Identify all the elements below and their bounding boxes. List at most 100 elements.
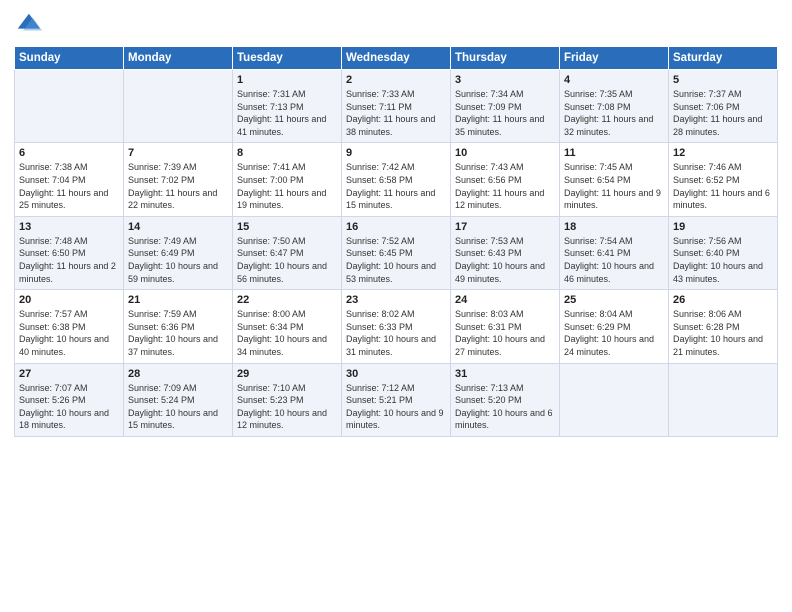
day-content: Sunrise: 7:07 AM Sunset: 5:26 PM Dayligh… (19, 382, 119, 432)
calendar-cell: 17 Sunrise: 7:53 AM Sunset: 6:43 PM Dayli… (451, 216, 560, 289)
day-number: 29 (237, 368, 337, 380)
calendar-cell: 8 Sunrise: 7:41 AM Sunset: 7:00 PM Daylig… (233, 143, 342, 216)
day-number: 16 (346, 221, 446, 233)
calendar-cell: 19 Sunrise: 7:56 AM Sunset: 6:40 PM Dayli… (669, 216, 778, 289)
calendar-cell: 27 Sunrise: 7:07 AM Sunset: 5:26 PM Dayli… (15, 363, 124, 436)
day-content: Sunrise: 7:31 AM Sunset: 7:13 PM Dayligh… (237, 88, 337, 138)
day-content: Sunrise: 7:41 AM Sunset: 7:00 PM Dayligh… (237, 161, 337, 211)
day-number: 9 (346, 147, 446, 159)
day-number: 23 (346, 294, 446, 306)
week-row-1: 1 Sunrise: 7:31 AM Sunset: 7:13 PM Daylig… (15, 70, 778, 143)
calendar-cell: 26 Sunrise: 8:06 AM Sunset: 6:28 PM Dayli… (669, 290, 778, 363)
col-header-thursday: Thursday (451, 47, 560, 70)
day-content: Sunrise: 7:54 AM Sunset: 6:41 PM Dayligh… (564, 235, 664, 285)
day-content: Sunrise: 7:57 AM Sunset: 6:38 PM Dayligh… (19, 308, 119, 358)
week-row-3: 13 Sunrise: 7:48 AM Sunset: 6:50 PM Dayli… (15, 216, 778, 289)
logo-icon (14, 10, 42, 38)
calendar-cell: 20 Sunrise: 7:57 AM Sunset: 6:38 PM Dayli… (15, 290, 124, 363)
day-number: 31 (455, 368, 555, 380)
calendar-cell: 3 Sunrise: 7:34 AM Sunset: 7:09 PM Daylig… (451, 70, 560, 143)
calendar-cell: 14 Sunrise: 7:49 AM Sunset: 6:49 PM Dayli… (124, 216, 233, 289)
day-content: Sunrise: 7:49 AM Sunset: 6:49 PM Dayligh… (128, 235, 228, 285)
day-content: Sunrise: 7:52 AM Sunset: 6:45 PM Dayligh… (346, 235, 446, 285)
day-content: Sunrise: 7:56 AM Sunset: 6:40 PM Dayligh… (673, 235, 773, 285)
day-number: 8 (237, 147, 337, 159)
day-number: 13 (19, 221, 119, 233)
day-content: Sunrise: 8:00 AM Sunset: 6:34 PM Dayligh… (237, 308, 337, 358)
calendar-cell (560, 363, 669, 436)
day-number: 25 (564, 294, 664, 306)
day-content: Sunrise: 7:35 AM Sunset: 7:08 PM Dayligh… (564, 88, 664, 138)
calendar-cell: 7 Sunrise: 7:39 AM Sunset: 7:02 PM Daylig… (124, 143, 233, 216)
calendar-cell: 15Sunrise: 7:50 AM Sunset: 6:47 PM Dayli… (233, 216, 342, 289)
day-content: Sunrise: 8:02 AM Sunset: 6:33 PM Dayligh… (346, 308, 446, 358)
day-number: 20 (19, 294, 119, 306)
calendar-cell: 24Sunrise: 8:03 AM Sunset: 6:31 PM Dayli… (451, 290, 560, 363)
day-number: 26 (673, 294, 773, 306)
day-content: Sunrise: 7:48 AM Sunset: 6:50 PM Dayligh… (19, 235, 119, 285)
day-number: 19 (673, 221, 773, 233)
day-number: 12 (673, 147, 773, 159)
calendar-cell: 28 Sunrise: 7:09 AM Sunset: 5:24 PM Dayli… (124, 363, 233, 436)
day-content: Sunrise: 7:43 AM Sunset: 6:56 PM Dayligh… (455, 161, 555, 211)
calendar-cell: 23 Sunrise: 8:02 AM Sunset: 6:33 PM Dayli… (342, 290, 451, 363)
day-content: Sunrise: 7:42 AM Sunset: 6:58 PM Dayligh… (346, 161, 446, 211)
day-number: 27 (19, 368, 119, 380)
col-header-wednesday: Wednesday (342, 47, 451, 70)
calendar-cell: 10 Sunrise: 7:43 AM Sunset: 6:56 PM Dayli… (451, 143, 560, 216)
col-header-sunday: Sunday (15, 47, 124, 70)
day-number: 17 (455, 221, 555, 233)
day-number: 28 (128, 368, 228, 380)
week-row-2: 6Sunrise: 7:38 AM Sunset: 7:04 PM Daylig… (15, 143, 778, 216)
logo (14, 10, 46, 38)
calendar-cell (669, 363, 778, 436)
day-number: 7 (128, 147, 228, 159)
calendar-cell: 16 Sunrise: 7:52 AM Sunset: 6:45 PM Dayli… (342, 216, 451, 289)
day-number: 1 (237, 74, 337, 86)
day-content: Sunrise: 7:50 AM Sunset: 6:47 PM Dayligh… (237, 235, 337, 285)
day-number: 24 (455, 294, 555, 306)
day-content: Sunrise: 7:34 AM Sunset: 7:09 PM Dayligh… (455, 88, 555, 138)
day-content: Sunrise: 7:45 AM Sunset: 6:54 PM Dayligh… (564, 161, 664, 211)
day-number: 2 (346, 74, 446, 86)
page-header (14, 10, 778, 38)
day-content: Sunrise: 7:12 AM Sunset: 5:21 PM Dayligh… (346, 382, 446, 432)
calendar-cell: 12 Sunrise: 7:46 AM Sunset: 6:52 PM Dayli… (669, 143, 778, 216)
day-content: Sunrise: 7:53 AM Sunset: 6:43 PM Dayligh… (455, 235, 555, 285)
day-number: 6 (19, 147, 119, 159)
calendar-cell: 21Sunrise: 7:59 AM Sunset: 6:36 PM Dayli… (124, 290, 233, 363)
calendar-cell: 30Sunrise: 7:12 AM Sunset: 5:21 PM Dayli… (342, 363, 451, 436)
day-number: 14 (128, 221, 228, 233)
day-number: 10 (455, 147, 555, 159)
calendar-cell: 1 Sunrise: 7:31 AM Sunset: 7:13 PM Daylig… (233, 70, 342, 143)
calendar-cell: 29 Sunrise: 7:10 AM Sunset: 5:23 PM Dayli… (233, 363, 342, 436)
calendar-cell: 11 Sunrise: 7:45 AM Sunset: 6:54 PM Dayli… (560, 143, 669, 216)
day-number: 11 (564, 147, 664, 159)
calendar-cell: 9 Sunrise: 7:42 AM Sunset: 6:58 PM Daylig… (342, 143, 451, 216)
week-row-4: 20 Sunrise: 7:57 AM Sunset: 6:38 PM Dayli… (15, 290, 778, 363)
calendar-cell: 6Sunrise: 7:38 AM Sunset: 7:04 PM Daylig… (15, 143, 124, 216)
day-content: Sunrise: 7:46 AM Sunset: 6:52 PM Dayligh… (673, 161, 773, 211)
calendar-cell: 22 Sunrise: 8:00 AM Sunset: 6:34 PM Dayli… (233, 290, 342, 363)
day-number: 4 (564, 74, 664, 86)
calendar-cell: 4 Sunrise: 7:35 AM Sunset: 7:08 PM Daylig… (560, 70, 669, 143)
day-content: Sunrise: 8:06 AM Sunset: 6:28 PM Dayligh… (673, 308, 773, 358)
calendar-cell: 25 Sunrise: 8:04 AM Sunset: 6:29 PM Dayli… (560, 290, 669, 363)
day-content: Sunrise: 7:37 AM Sunset: 7:06 PM Dayligh… (673, 88, 773, 138)
day-number: 22 (237, 294, 337, 306)
day-content: Sunrise: 7:09 AM Sunset: 5:24 PM Dayligh… (128, 382, 228, 432)
calendar-cell: 13 Sunrise: 7:48 AM Sunset: 6:50 PM Dayli… (15, 216, 124, 289)
day-content: Sunrise: 8:04 AM Sunset: 6:29 PM Dayligh… (564, 308, 664, 358)
day-content: Sunrise: 7:33 AM Sunset: 7:11 PM Dayligh… (346, 88, 446, 138)
day-content: Sunrise: 7:39 AM Sunset: 7:02 PM Dayligh… (128, 161, 228, 211)
calendar-cell (124, 70, 233, 143)
day-content: Sunrise: 7:59 AM Sunset: 6:36 PM Dayligh… (128, 308, 228, 358)
calendar-cell: 18 Sunrise: 7:54 AM Sunset: 6:41 PM Dayli… (560, 216, 669, 289)
day-number: 3 (455, 74, 555, 86)
day-number: 18 (564, 221, 664, 233)
calendar-cell: 5Sunrise: 7:37 AM Sunset: 7:06 PM Daylig… (669, 70, 778, 143)
calendar-cell: 2 Sunrise: 7:33 AM Sunset: 7:11 PM Daylig… (342, 70, 451, 143)
week-row-5: 27 Sunrise: 7:07 AM Sunset: 5:26 PM Dayli… (15, 363, 778, 436)
day-content: Sunrise: 7:10 AM Sunset: 5:23 PM Dayligh… (237, 382, 337, 432)
calendar-table: SundayMondayTuesdayWednesdayThursdayFrid… (14, 46, 778, 437)
